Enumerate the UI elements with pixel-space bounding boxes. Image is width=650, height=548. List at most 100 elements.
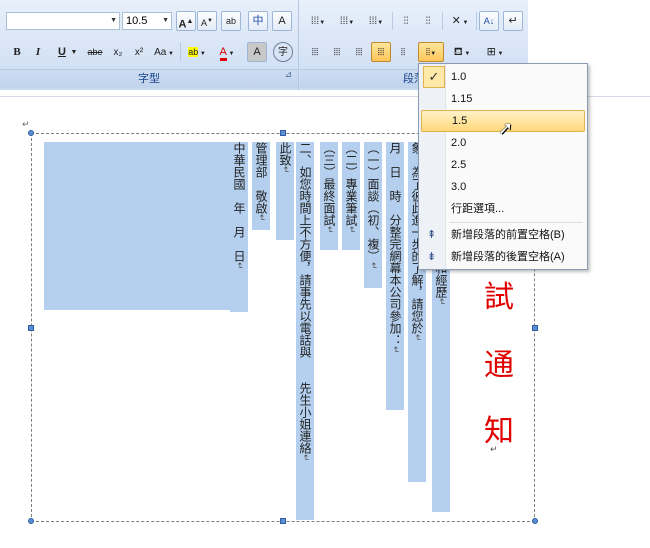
title-char: 試 bbox=[484, 280, 514, 315]
change-case-button[interactable]: Aa ▼ bbox=[151, 42, 177, 62]
character-shading-button[interactable]: A bbox=[247, 42, 267, 62]
font-group-label: 字型 ⊿ bbox=[0, 69, 298, 88]
font-name-combo[interactable]: ▼ bbox=[6, 12, 120, 30]
highlighter-icon: ab bbox=[188, 47, 199, 57]
sort-icon: A↓ bbox=[483, 16, 495, 26]
character-border-icon: A bbox=[278, 15, 286, 27]
menu-item-label: 1.0 bbox=[451, 71, 467, 83]
resize-handle[interactable] bbox=[532, 518, 538, 524]
separator bbox=[180, 43, 181, 61]
text-column-item-1[interactable]: （一）面談（初、複）↵ bbox=[364, 142, 382, 288]
subscript-button[interactable]: x₂ bbox=[108, 42, 128, 62]
multilevel-list-icon: ⁞⁞⁞ bbox=[368, 16, 378, 27]
menu-item-label: 1.5 bbox=[452, 115, 468, 127]
bullets-icon: ⁞⁞⁞ bbox=[310, 16, 320, 27]
phonetic-guide-icon: 中 bbox=[252, 15, 264, 27]
change-case-icon: Aa bbox=[154, 47, 167, 58]
chevron-down-icon[interactable]: ▼ bbox=[68, 42, 80, 62]
clear-formatting-button[interactable]: ab bbox=[221, 11, 241, 31]
paragraph-mark-icon: ↵ bbox=[490, 444, 498, 454]
italic-button[interactable]: I bbox=[28, 42, 48, 62]
line-spacing-option-2-5[interactable]: 2.5 bbox=[421, 154, 585, 176]
phonetic-guide-button[interactable]: 中 bbox=[248, 11, 268, 31]
bold-icon: B bbox=[13, 46, 21, 58]
add-space-before-item[interactable]: ⇞ 新增段落的前置空格(B) bbox=[421, 224, 585, 246]
underline-icon: U bbox=[58, 46, 66, 58]
resize-handle[interactable] bbox=[280, 130, 286, 136]
distributed-icon: ⦙⦙ bbox=[400, 47, 406, 58]
align-middle-icon: ⦙⦙⦙ bbox=[333, 47, 341, 58]
font-size-value: 10.5 bbox=[126, 15, 148, 27]
title-char: 通 bbox=[484, 348, 514, 383]
chevron-down-icon[interactable]: ▼ bbox=[110, 13, 117, 29]
line-spacing-button[interactable]: ⦙⦙▼ bbox=[418, 42, 444, 62]
resize-handle[interactable] bbox=[532, 325, 538, 331]
dialog-launcher-icon[interactable]: ⊿ bbox=[284, 65, 292, 83]
character-shading-icon: A bbox=[253, 46, 261, 58]
increase-indent-button[interactable]: ⫶⫶ bbox=[418, 11, 438, 31]
text-column-sender[interactable]: 管理部 敬啟↵ bbox=[252, 142, 270, 230]
line-spacing-menu: ✓ 1.0 1.15 1.5 2.0 2.5 3.0 行距選項... ⇞ 新增段落的… bbox=[418, 63, 588, 270]
text-column-item-3[interactable]: （三）最終面試↵ bbox=[320, 142, 338, 250]
menu-item-label: 2.5 bbox=[451, 159, 467, 171]
text-column-item-2[interactable]: （二）專業筆試↵ bbox=[342, 142, 360, 250]
resize-handle[interactable] bbox=[28, 518, 34, 524]
sort-button[interactable]: A↓ bbox=[479, 11, 499, 31]
text-column-time[interactable]: 月 日 時 分整完網幕本公司參加：↵ bbox=[386, 142, 404, 410]
font-color-button[interactable]: A ▼ bbox=[213, 42, 241, 62]
text-column-note[interactable]: 二、如您時間上不方便，請事先以電話與 先生小姐連絡↵ bbox=[296, 142, 314, 520]
menu-separator bbox=[449, 222, 583, 223]
space-after-icon: ⇟ bbox=[427, 251, 437, 263]
font-group: ▼ 10.5 ▼ A▲ A▼ ab 中 A B I U ▼ abe x₂ x² … bbox=[0, 0, 299, 90]
enclose-characters-button[interactable]: 字 bbox=[273, 42, 293, 62]
justify-button[interactable]: ⦙⦙⦙ bbox=[371, 42, 391, 62]
menu-item-label: 新增段落的後置空格(A) bbox=[451, 251, 565, 263]
shrink-font-button[interactable]: A▼ bbox=[197, 11, 217, 31]
menu-item-label: 行距選項... bbox=[451, 203, 505, 215]
show-marks-button[interactable]: ↵ bbox=[503, 11, 523, 31]
space-before-icon: ⇞ bbox=[427, 229, 437, 241]
selection-highlight bbox=[44, 142, 232, 310]
asian-layout-button[interactable]: ✕ ▼ bbox=[446, 11, 474, 31]
text-column-closing[interactable]: 此致↵ bbox=[276, 142, 294, 240]
line-spacing-option-3-0[interactable]: 3.0 bbox=[421, 176, 585, 198]
resize-handle[interactable] bbox=[28, 325, 34, 331]
shading-button[interactable]: ⛾ ▼ bbox=[448, 42, 476, 62]
borders-button[interactable]: ⊞ ▼ bbox=[480, 42, 510, 62]
bold-button[interactable]: B bbox=[7, 42, 27, 62]
text-column-date[interactable]: 中華民國 年 月 日↵ bbox=[230, 142, 248, 312]
line-spacing-options-item[interactable]: 行距選項... bbox=[421, 198, 585, 220]
paint-bucket-icon: ⛾ bbox=[453, 46, 463, 58]
align-bottom-button[interactable]: ⦙⦙⦙ bbox=[349, 42, 369, 62]
borders-icon: ⊞ bbox=[486, 46, 496, 58]
align-bottom-icon: ⦙⦙⦙ bbox=[355, 47, 363, 58]
paragraph-mark-icon: ↵ bbox=[22, 119, 30, 129]
highlight-button[interactable]: ab ▼ bbox=[183, 42, 211, 62]
line-spacing-option-1-15[interactable]: 1.15 bbox=[421, 88, 585, 110]
strikethrough-button[interactable]: abe bbox=[84, 42, 106, 62]
asian-layout-icon: ✕ bbox=[451, 15, 461, 27]
superscript-button[interactable]: x² bbox=[129, 42, 149, 62]
align-top-button[interactable]: ⦙⦙⦙ bbox=[305, 42, 325, 62]
multilevel-list-button[interactable]: ⁞⁞⁞▼ bbox=[363, 11, 389, 31]
paragraph-mark-icon: ↵ bbox=[508, 15, 518, 27]
line-spacing-option-1-0[interactable]: ✓ 1.0 bbox=[421, 66, 585, 88]
subscript-icon: x₂ bbox=[113, 47, 123, 58]
increase-indent-icon: ⫶⫶ bbox=[425, 16, 431, 27]
align-middle-button[interactable]: ⦙⦙⦙ bbox=[327, 42, 347, 62]
character-border-button[interactable]: A bbox=[272, 11, 292, 31]
align-top-icon: ⦙⦙⦙ bbox=[311, 47, 319, 58]
bullets-button[interactable]: ⁞⁞⁞▼ bbox=[305, 11, 331, 31]
distributed-button[interactable]: ⦙⦙ bbox=[393, 42, 413, 62]
numbering-button[interactable]: ⁞⁞⁞▼ bbox=[334, 11, 360, 31]
italic-icon: I bbox=[35, 46, 41, 58]
resize-handle[interactable] bbox=[280, 518, 286, 524]
grow-font-button[interactable]: A▲ bbox=[176, 11, 196, 31]
decrease-indent-button[interactable]: ⫶⫶ bbox=[396, 11, 416, 31]
chevron-down-icon[interactable]: ▼ bbox=[162, 13, 169, 29]
resize-handle[interactable] bbox=[28, 130, 34, 136]
font-size-combo[interactable]: 10.5 ▼ bbox=[122, 12, 172, 30]
strikethrough-icon: abe bbox=[87, 47, 103, 57]
checkmark-icon: ✓ bbox=[423, 66, 445, 88]
add-space-after-item[interactable]: ⇟ 新增段落的後置空格(A) bbox=[421, 246, 585, 268]
